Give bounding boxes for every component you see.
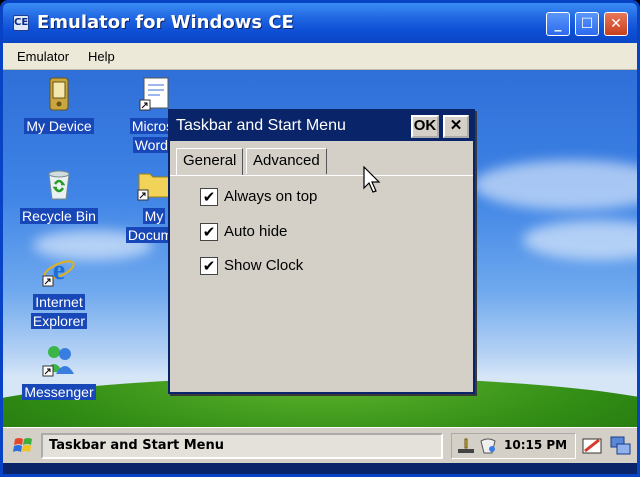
- my-documents-folder-icon: [136, 166, 172, 202]
- desktop-icon-label: Explorer: [30, 313, 88, 329]
- desktop-icon-label: My: [142, 208, 166, 224]
- cloud: [523, 220, 637, 260]
- windows-flag-icon: [13, 438, 32, 452]
- maximize-button[interactable]: ☐: [575, 12, 599, 36]
- desktop-toggle-icon[interactable]: [580, 434, 604, 458]
- system-tray: 10:15 PM: [451, 433, 576, 459]
- taskbar-clock[interactable]: 10:15 PM: [504, 438, 567, 452]
- desktop-icon-messenger[interactable]: Messenger: [13, 342, 105, 401]
- window-title: Emulator for Windows CE: [37, 12, 294, 33]
- minimize-button[interactable]: _: [546, 12, 570, 36]
- dialog-titlebar[interactable]: Taskbar and Start Menu OK ✕: [170, 111, 473, 141]
- emulator-window: CE Emulator for Windows CE _ ☐ ✕ Emulato…: [0, 0, 640, 477]
- desktop-icon-recycle-bin[interactable]: Recycle Bin: [13, 166, 105, 225]
- checkbox-always-on-top[interactable]: ✔: [200, 188, 218, 206]
- maximize-icon: ☐: [580, 16, 594, 32]
- svg-text:e: e: [53, 255, 65, 286]
- minimize-icon: _: [554, 16, 562, 32]
- desktop-icon-label: Internet: [33, 294, 85, 310]
- close-window-button[interactable]: ✕: [604, 12, 628, 36]
- checkmark-icon: ✔: [202, 257, 216, 275]
- taskbar-item-taskbar-settings[interactable]: Taskbar and Start Menu: [41, 433, 443, 459]
- emulator-app-icon: CE: [13, 15, 29, 31]
- tab-general[interactable]: General: [176, 148, 244, 176]
- checkbox-auto-hide[interactable]: ✔: [200, 223, 218, 241]
- desktop-icon-label: Messenger: [22, 384, 96, 400]
- menu-emulator[interactable]: Emulator: [17, 49, 69, 64]
- close-icon: ✕: [449, 117, 463, 134]
- taskbar-settings-dialog: Taskbar and Start Menu OK ✕ General Adva…: [168, 109, 475, 394]
- menu-help[interactable]: Help: [88, 49, 115, 64]
- option-label: Show Clock: [224, 257, 304, 274]
- dialog-close-button[interactable]: ✕: [443, 115, 469, 138]
- tab-divider: [170, 175, 473, 176]
- desktop-icon-label: Recycle Bin: [20, 208, 98, 224]
- option-label: Auto hide: [224, 223, 288, 240]
- desktop-icon-internet-explorer[interactable]: e Internet Explorer: [13, 252, 105, 330]
- pda-device-icon: [41, 76, 77, 112]
- switch-window-icon[interactable]: [609, 434, 633, 458]
- ce-taskbar: Taskbar and Start Menu 10:15 PM: [3, 427, 637, 463]
- start-button[interactable]: [11, 434, 37, 458]
- desktop-icon-label: My Device: [24, 118, 94, 134]
- menu-bar: Emulator Help: [3, 43, 637, 70]
- mouse-pointer-icon: [363, 165, 385, 198]
- checkmark-icon: ✔: [202, 223, 216, 241]
- window-titlebar[interactable]: CE Emulator for Windows CE _ ☐ ✕: [3, 3, 637, 43]
- wordpad-shortcut-icon: [138, 76, 174, 112]
- checkmark-icon: ✔: [202, 188, 216, 206]
- cloud: [473, 160, 637, 210]
- messenger-icon: [41, 342, 77, 378]
- tab-advanced[interactable]: Advanced: [246, 148, 327, 174]
- option-label: Always on top: [224, 188, 318, 205]
- recycle-bin-icon: [41, 166, 77, 202]
- close-icon: ✕: [610, 16, 622, 32]
- internet-explorer-icon: e: [41, 252, 77, 288]
- input-panel-icon[interactable]: [456, 437, 476, 459]
- dialog-title: Taskbar and Start Menu: [176, 117, 346, 134]
- connection-icon[interactable]: [478, 437, 498, 459]
- ok-button[interactable]: OK: [411, 115, 439, 138]
- checkbox-show-clock[interactable]: ✔: [200, 257, 218, 275]
- desktop-icon-my-device[interactable]: My Device: [13, 76, 105, 135]
